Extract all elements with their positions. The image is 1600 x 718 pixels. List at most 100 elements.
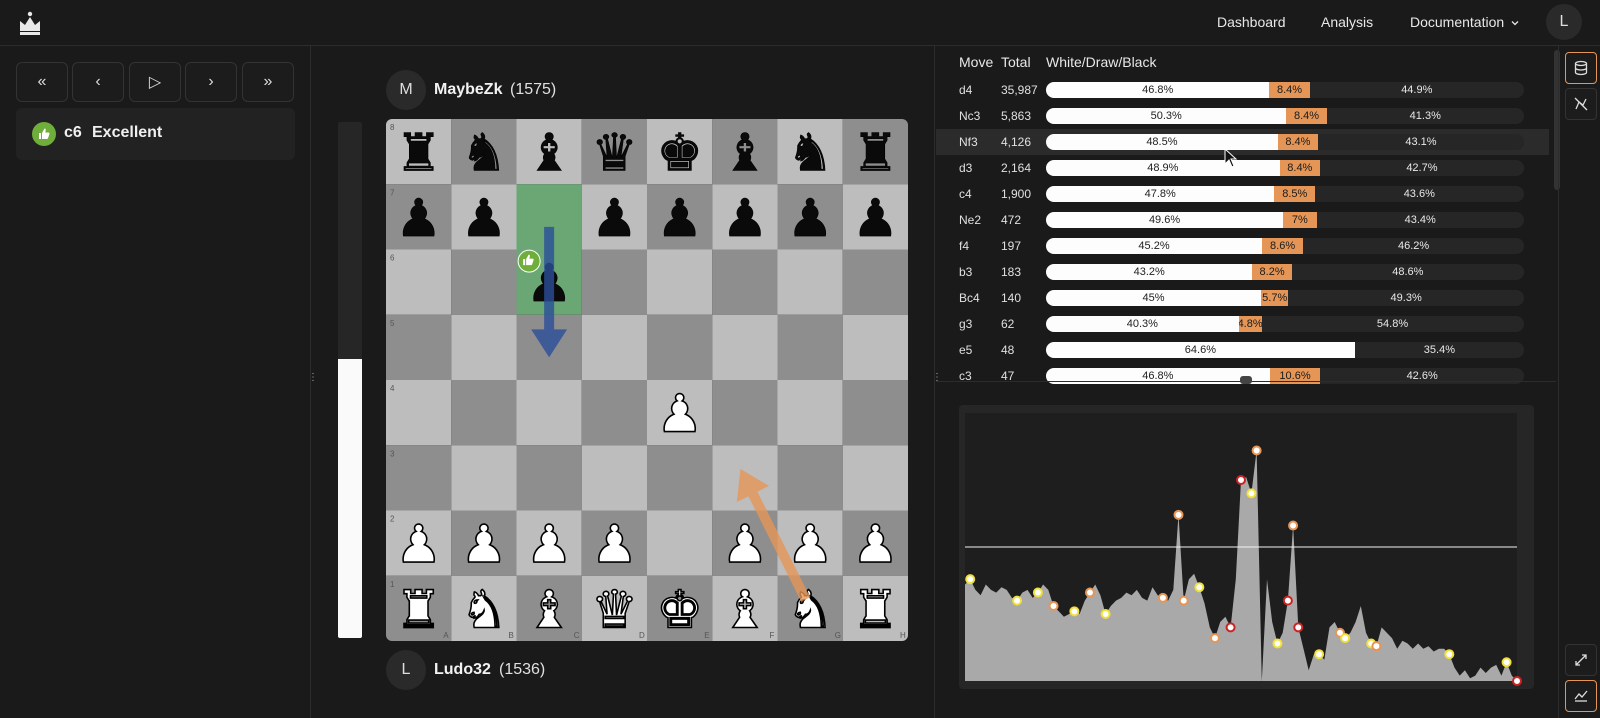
explorer-scrollbar[interactable] (1554, 50, 1560, 190)
previous-move-button[interactable]: ‹ (72, 62, 124, 102)
white-queen-piece[interactable]: ♛ (590, 580, 638, 641)
move-marker[interactable] (1157, 592, 1168, 603)
move-marker[interactable] (1282, 595, 1293, 606)
move-marker[interactable] (1236, 475, 1246, 485)
move-marker[interactable] (1314, 649, 1325, 660)
crown-logo-icon[interactable] (16, 9, 44, 37)
engine-toggle-button[interactable] (1565, 88, 1597, 120)
chess-board-svg[interactable]: 87654321ABCDEFGH♜♞♝♛♚♝♞♜♟♟♟♟♟♟♟♟♟♟♟♟♟♟♟♟… (386, 119, 908, 641)
move-marker[interactable] (1048, 600, 1059, 611)
square-g5[interactable] (777, 314, 843, 380)
square-d3[interactable] (581, 445, 647, 511)
move-marker[interactable] (1444, 649, 1455, 660)
black-pawn-piece[interactable]: ♟ (656, 189, 703, 250)
square-h6[interactable] (842, 249, 908, 315)
square-f4[interactable] (712, 380, 778, 446)
move-marker[interactable] (1272, 638, 1283, 649)
square-e3[interactable] (647, 445, 713, 511)
white-pawn-piece[interactable]: ♟ (460, 514, 508, 576)
move-marker[interactable] (1251, 445, 1262, 456)
square-a3[interactable] (386, 445, 452, 511)
white-rook-piece[interactable]: ♜ (851, 580, 899, 641)
move-marker[interactable] (1501, 657, 1512, 668)
explorer-row[interactable]: d3 2,164 48.9% 8.4% 42.7% (936, 155, 1549, 181)
black-pawn-piece[interactable]: ♟ (787, 189, 834, 250)
black-pawn-piece[interactable]: ♟ (460, 189, 508, 250)
square-a5[interactable] (386, 314, 452, 380)
square-g6[interactable] (777, 249, 843, 315)
graph-toggle-button[interactable] (1565, 680, 1597, 712)
nav-link-analysis[interactable]: Analysis (1321, 14, 1373, 30)
explorer-row[interactable]: Ne2 472 49.6% 7% 43.4% (936, 207, 1549, 233)
play-button[interactable]: ▷ (129, 62, 181, 102)
black-pawn-piece[interactable]: ♟ (721, 189, 769, 250)
evaluation-graph-svg[interactable] (959, 405, 1534, 689)
move-marker[interactable] (1032, 587, 1043, 598)
chess-board[interactable]: 87654321ABCDEFGH♜♞♝♛♚♝♞♜♟♟♟♟♟♟♟♟♟♟♟♟♟♟♟♟… (386, 119, 908, 641)
expand-button[interactable] (1565, 644, 1597, 676)
square-b4[interactable] (451, 380, 517, 446)
first-move-button[interactable]: « (16, 62, 68, 102)
square-a6[interactable] (386, 249, 452, 315)
square-e6[interactable] (647, 249, 713, 315)
square-f5[interactable] (712, 314, 778, 380)
white-king-piece[interactable]: ♚ (656, 580, 704, 641)
square-h3[interactable] (842, 445, 908, 511)
square-f6[interactable] (712, 249, 778, 315)
move-marker[interactable] (1069, 606, 1080, 617)
explorer-row[interactable]: b3 183 43.2% 8.2% 48.6% (936, 259, 1549, 285)
explorer-row[interactable]: c4 1,900 47.8% 8.5% 43.6% (936, 181, 1549, 207)
move-marker[interactable] (1100, 609, 1111, 619)
last-move-button[interactable]: » (242, 62, 294, 102)
square-e2[interactable] (647, 510, 713, 576)
move-marker[interactable] (1512, 676, 1522, 686)
vertical-resize-handle[interactable] (1240, 376, 1252, 384)
database-toggle-button[interactable] (1565, 52, 1597, 84)
square-e5[interactable] (647, 314, 713, 380)
square-g3[interactable] (777, 445, 843, 511)
white-pawn-piece[interactable]: ♟ (525, 514, 573, 576)
black-bishop-piece[interactable]: ♝ (721, 123, 769, 184)
white-pawn-piece[interactable]: ♟ (851, 514, 899, 576)
explorer-row[interactable]: f4 197 45.2% 8.6% 46.2% (936, 233, 1549, 259)
move-marker[interactable] (1209, 633, 1220, 644)
square-b3[interactable] (451, 445, 517, 511)
explorer-row[interactable]: d4 35,987 46.8% 8.4% 44.9% (936, 77, 1549, 103)
evaluation-graph[interactable] (959, 405, 1534, 689)
square-a4[interactable] (386, 380, 452, 446)
nav-link-documentation[interactable]: Documentation (1410, 14, 1519, 30)
square-h4[interactable] (842, 380, 908, 446)
square-h5[interactable] (842, 314, 908, 380)
white-knight-piece[interactable]: ♞ (786, 580, 834, 641)
black-knight-piece[interactable]: ♞ (787, 123, 834, 184)
move-marker[interactable] (1084, 587, 1095, 598)
user-avatar[interactable]: L (1546, 4, 1582, 40)
square-b5[interactable] (451, 314, 517, 380)
move-marker[interactable] (1173, 509, 1184, 520)
move-marker[interactable] (1246, 488, 1257, 499)
explorer-row[interactable]: g3 62 40.3% 4.8% 54.8% (936, 311, 1549, 337)
white-pawn-piece[interactable]: ♟ (721, 514, 769, 576)
square-c3[interactable] (516, 445, 582, 511)
explorer-row[interactable]: Nf3 4,126 48.5% 8.4% 43.1% (936, 129, 1549, 155)
square-g4[interactable] (777, 380, 843, 446)
explorer-row[interactable]: Bc4 140 45% 5.7% 49.3% (936, 285, 1549, 311)
move-marker[interactable] (1012, 595, 1023, 606)
next-move-button[interactable]: › (185, 62, 237, 102)
square-c4[interactable] (516, 380, 582, 446)
black-king-piece[interactable]: ♚ (656, 123, 703, 184)
square-d6[interactable] (581, 249, 647, 315)
black-knight-piece[interactable]: ♞ (460, 123, 508, 184)
explorer-row[interactable]: Nc3 5,863 50.3% 8.4% 41.3% (936, 103, 1549, 129)
square-b6[interactable] (451, 249, 517, 315)
black-rook-piece[interactable]: ♜ (395, 123, 442, 184)
white-pawn-piece[interactable]: ♟ (395, 514, 443, 576)
white-pawn-piece[interactable]: ♟ (590, 514, 638, 576)
move-marker[interactable] (1340, 633, 1351, 644)
white-pawn-piece[interactable]: ♟ (656, 384, 704, 446)
black-pawn-piece[interactable]: ♟ (852, 189, 899, 250)
explorer-row[interactable]: e5 48 64.6% 35.4% (936, 337, 1549, 363)
move-marker[interactable] (1293, 622, 1304, 633)
move-marker[interactable] (1225, 622, 1236, 633)
black-pawn-piece[interactable]: ♟ (395, 189, 442, 250)
